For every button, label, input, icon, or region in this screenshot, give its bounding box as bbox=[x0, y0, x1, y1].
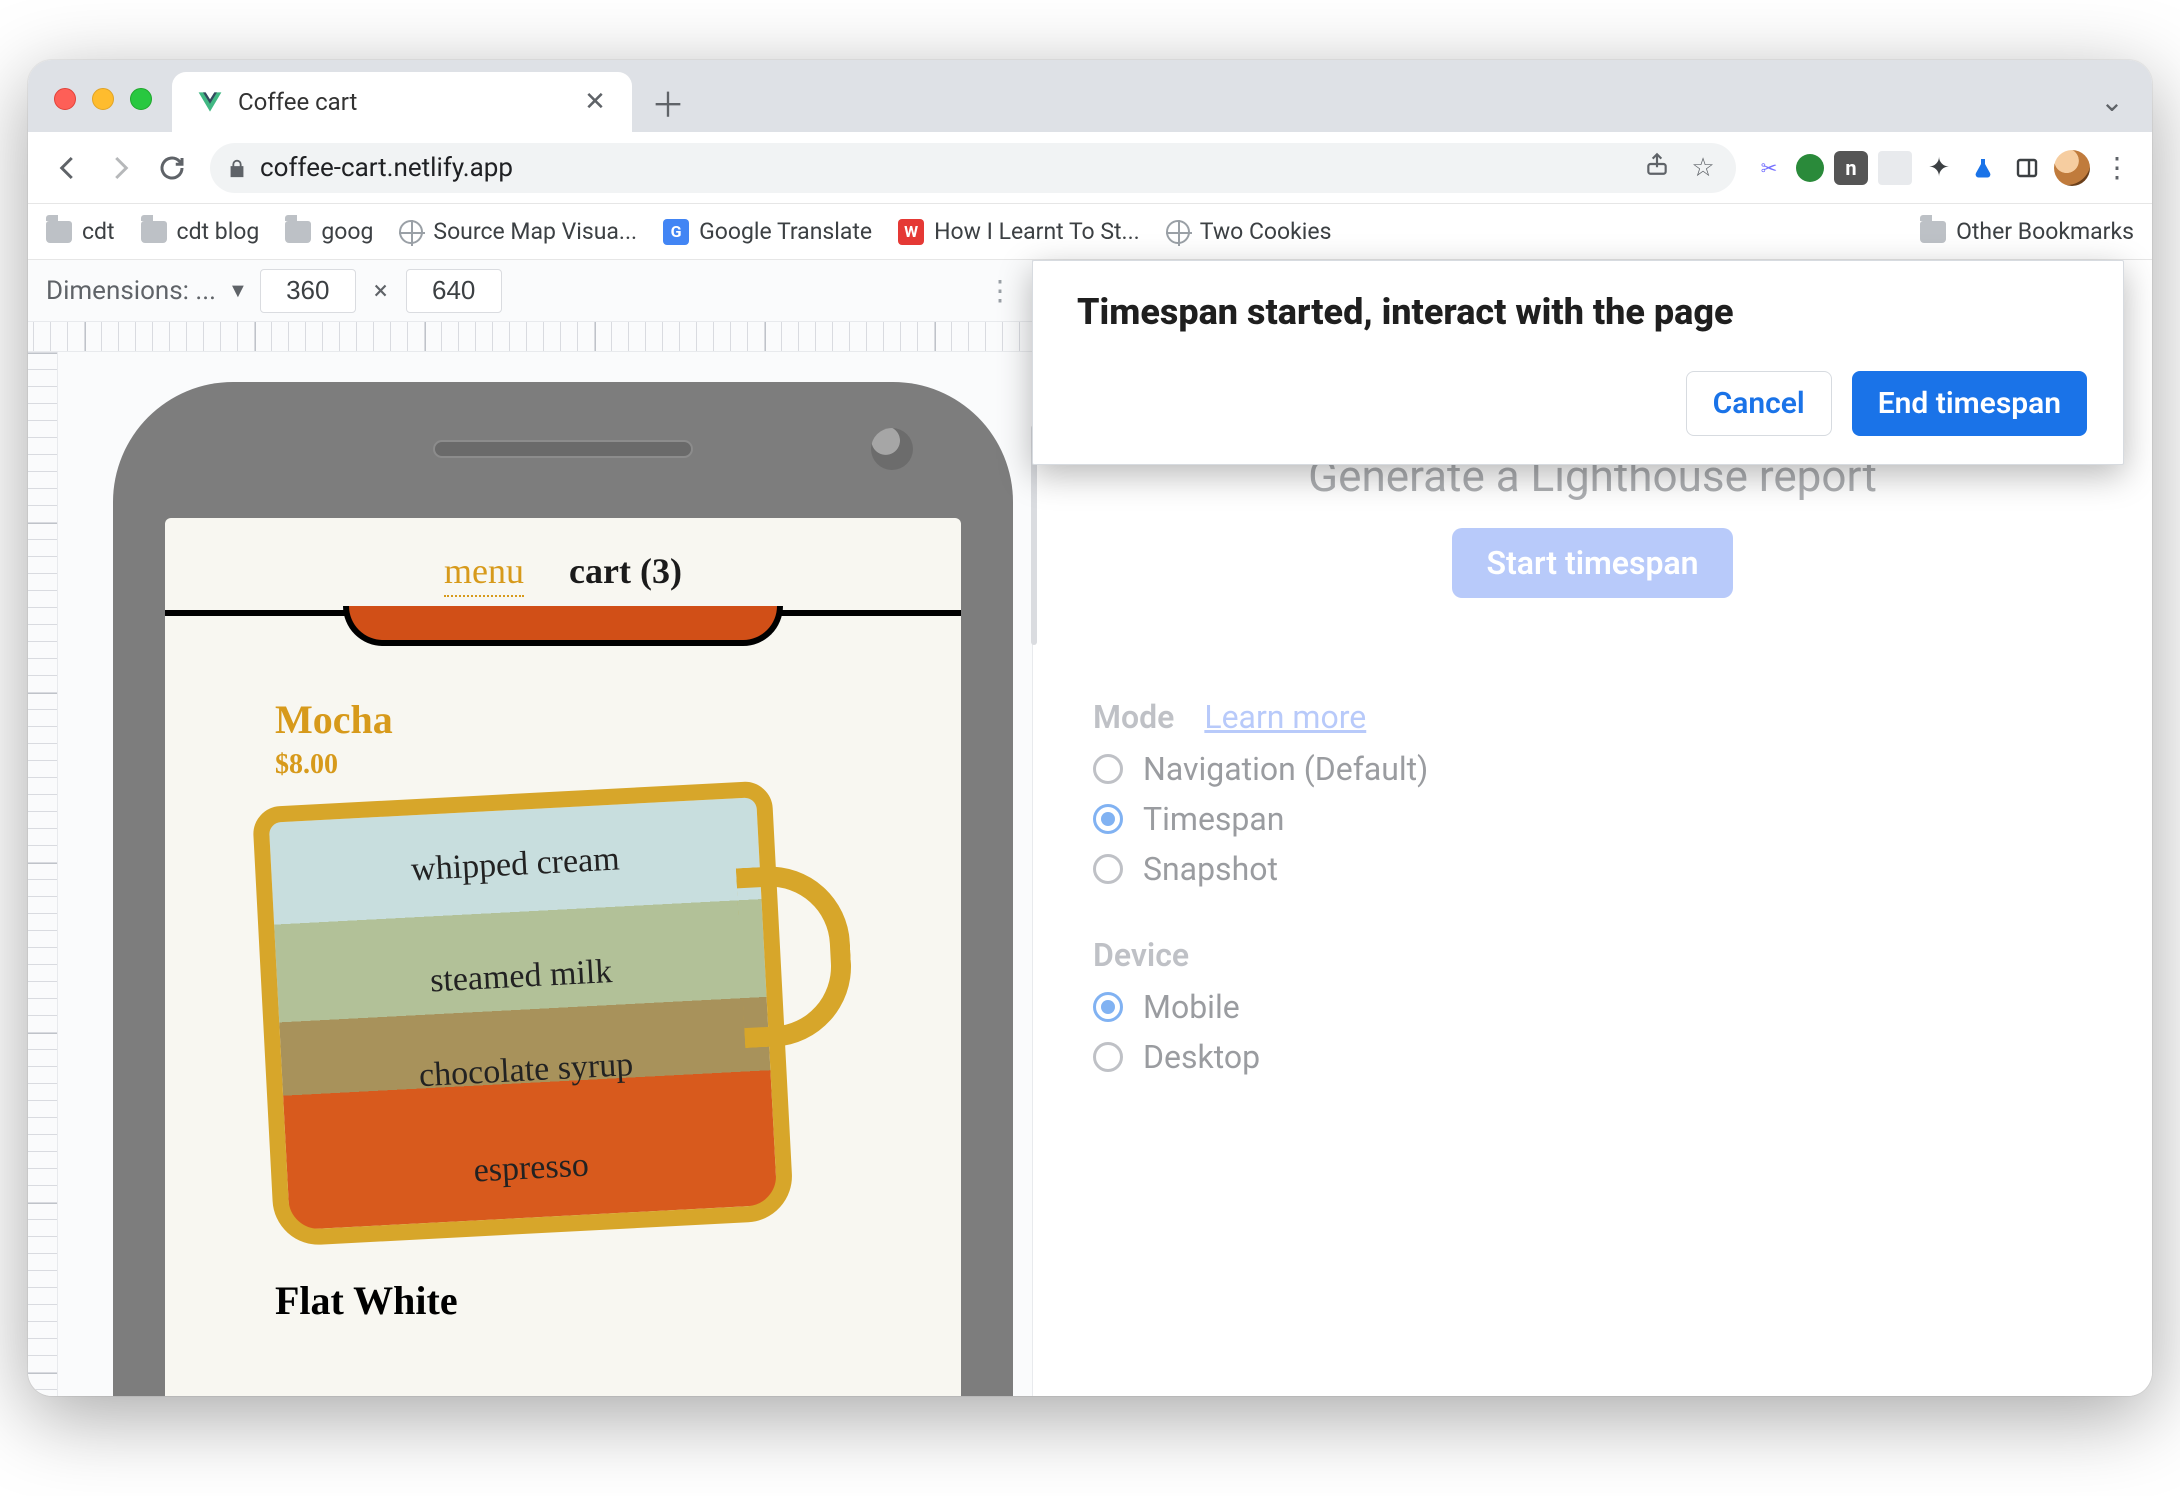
lock-icon bbox=[226, 157, 248, 179]
radio-icon bbox=[1093, 754, 1123, 784]
mode-option-navigation[interactable]: Navigation (Default) bbox=[1093, 750, 2152, 788]
page-nav: menu cart (3) bbox=[165, 518, 961, 610]
radio-icon bbox=[1093, 1042, 1123, 1072]
bookmark-source-map[interactable]: Source Map Visua... bbox=[399, 218, 637, 245]
tab-title: Coffee cart bbox=[238, 88, 564, 116]
radio-icon bbox=[1093, 854, 1123, 884]
extension-grid-icon[interactable] bbox=[1878, 151, 1912, 185]
phone-speaker bbox=[433, 440, 693, 458]
device-area: menu cart (3) Mocha $8.00 whipped cream … bbox=[58, 352, 1032, 1396]
extensions-menu-icon[interactable]: ✦ bbox=[1922, 151, 1956, 185]
reload-button[interactable] bbox=[150, 146, 194, 190]
start-timespan-button[interactable]: Start timespan bbox=[1452, 528, 1732, 598]
layer-whipped: whipped cream bbox=[271, 833, 760, 896]
ruler-vertical bbox=[28, 352, 58, 1396]
bookmark-two-cookies[interactable]: Two Cookies bbox=[1166, 218, 1332, 245]
bookmark-how-i-learnt[interactable]: WHow I Learnt To St... bbox=[898, 218, 1140, 245]
end-timespan-button[interactable]: End timespan bbox=[1852, 371, 2087, 436]
modal-title: Timespan started, interact with the page bbox=[1077, 291, 2087, 333]
phone-frame: menu cart (3) Mocha $8.00 whipped cream … bbox=[113, 382, 1013, 1396]
radio-checked-icon bbox=[1093, 992, 1123, 1022]
globe-icon bbox=[399, 220, 423, 244]
nav-cart-link[interactable]: cart (3) bbox=[569, 551, 682, 591]
layer-milk: steamed milk bbox=[277, 945, 766, 1008]
side-panel-icon[interactable] bbox=[2010, 151, 2044, 185]
product-card-mocha: Mocha $8.00 whipped cream steamed milk c… bbox=[165, 648, 961, 1247]
bookmark-google-translate[interactable]: GGoogle Translate bbox=[663, 218, 872, 245]
fullscreen-window-button[interactable] bbox=[130, 88, 152, 110]
device-option-desktop[interactable]: Desktop bbox=[1093, 1038, 2152, 1076]
device-option-mobile[interactable]: Mobile bbox=[1093, 988, 2152, 1026]
back-button[interactable] bbox=[46, 146, 90, 190]
folder-icon bbox=[46, 221, 72, 243]
folder-icon bbox=[1920, 221, 1946, 243]
browser-window: Coffee cart ✕ ＋ ⌄ coffee-cart.netlify.ap… bbox=[28, 60, 2152, 1396]
page-viewport[interactable]: menu cart (3) Mocha $8.00 whipped cream … bbox=[165, 518, 961, 1396]
bookmark-folder-cdt[interactable]: cdt bbox=[46, 218, 115, 245]
extension-dot-icon[interactable] bbox=[1796, 154, 1824, 182]
viewport-width-input[interactable] bbox=[260, 269, 356, 313]
nav-menu-link[interactable]: menu bbox=[444, 551, 524, 597]
nav-pill bbox=[343, 606, 783, 646]
device-mode-pane: Dimensions: ... ▼ × ⋮ menu cart (3) bbox=[28, 260, 1033, 1396]
browser-tab[interactable]: Coffee cart ✕ bbox=[172, 72, 632, 132]
window-controls bbox=[54, 88, 152, 110]
omnibox[interactable]: coffee-cart.netlify.app ☆ bbox=[210, 143, 1736, 193]
dimensions-label: Dimensions: ... bbox=[46, 276, 216, 306]
learn-more-link[interactable]: Learn more bbox=[1204, 698, 1366, 736]
new-tab-button[interactable]: ＋ bbox=[644, 78, 692, 126]
address-bar: coffee-cart.netlify.app ☆ ✂ n ✦ ⋮ bbox=[28, 132, 2152, 204]
close-tab-icon[interactable]: ✕ bbox=[578, 87, 612, 117]
folder-icon bbox=[285, 221, 311, 243]
chrome-menu-icon[interactable]: ⋮ bbox=[2100, 151, 2134, 184]
globe-icon bbox=[1166, 220, 1190, 244]
mode-label: Mode bbox=[1093, 698, 1174, 736]
bookmarks-bar: cdt cdt blog goog Source Map Visua... GG… bbox=[28, 204, 2152, 260]
mode-section: Mode Learn more Navigation (Default) Tim… bbox=[1093, 698, 2152, 888]
folder-icon bbox=[141, 221, 167, 243]
mug-illustration[interactable]: whipped cream steamed milk chocolate syr… bbox=[252, 780, 794, 1247]
w-icon: W bbox=[898, 219, 924, 245]
product-price: $8.00 bbox=[275, 749, 871, 781]
device-dropdown-icon[interactable]: ▼ bbox=[228, 278, 248, 303]
share-icon[interactable] bbox=[1640, 151, 1674, 184]
device-toolbar: Dimensions: ... ▼ × ⋮ bbox=[28, 260, 1032, 322]
extension-labs-icon[interactable] bbox=[1966, 151, 2000, 185]
mode-option-snapshot[interactable]: Snapshot bbox=[1093, 850, 2152, 888]
mode-option-timespan[interactable]: Timespan bbox=[1093, 800, 2152, 838]
other-bookmarks[interactable]: Other Bookmarks bbox=[1920, 218, 2134, 245]
forward-button[interactable] bbox=[98, 146, 142, 190]
layer-syrup: chocolate syrup bbox=[281, 1039, 770, 1102]
close-window-button[interactable] bbox=[54, 88, 76, 110]
extension-scissors-icon[interactable]: ✂ bbox=[1752, 151, 1786, 185]
ruler-horizontal bbox=[28, 322, 1032, 352]
phone-camera bbox=[871, 428, 913, 470]
dimension-separator: × bbox=[374, 276, 388, 306]
viewport-height-input[interactable] bbox=[406, 269, 502, 313]
minimize-window-button[interactable] bbox=[92, 88, 114, 110]
bookmark-star-icon[interactable]: ☆ bbox=[1686, 153, 1720, 183]
device-label: Device bbox=[1093, 936, 1189, 974]
tab-search-button[interactable]: ⌄ bbox=[2088, 85, 2136, 118]
cancel-button[interactable]: Cancel bbox=[1686, 371, 1832, 436]
layer-espresso: espresso bbox=[287, 1137, 776, 1200]
product-name: Mocha bbox=[275, 696, 871, 743]
bookmark-folder-cdt-blog[interactable]: cdt blog bbox=[141, 218, 260, 245]
radio-checked-icon bbox=[1093, 804, 1123, 834]
extension-n-icon[interactable]: n bbox=[1834, 151, 1868, 185]
timespan-modal: Timespan started, interact with the page… bbox=[1032, 260, 2124, 465]
profile-avatar[interactable] bbox=[2054, 150, 2090, 186]
extension-row: ✂ n ✦ ⋮ bbox=[1752, 150, 2134, 186]
device-section: Device Mobile Desktop bbox=[1093, 936, 2152, 1076]
url-text: coffee-cart.netlify.app bbox=[260, 153, 1628, 183]
translate-icon: G bbox=[663, 219, 689, 245]
bookmark-folder-goog[interactable]: goog bbox=[285, 218, 373, 245]
device-toolbar-menu-icon[interactable]: ⋮ bbox=[986, 274, 1014, 307]
product-name-flat-white: Flat White bbox=[165, 1277, 961, 1324]
vue-favicon-icon bbox=[196, 88, 224, 116]
tab-strip: Coffee cart ✕ ＋ ⌄ bbox=[28, 60, 2152, 132]
